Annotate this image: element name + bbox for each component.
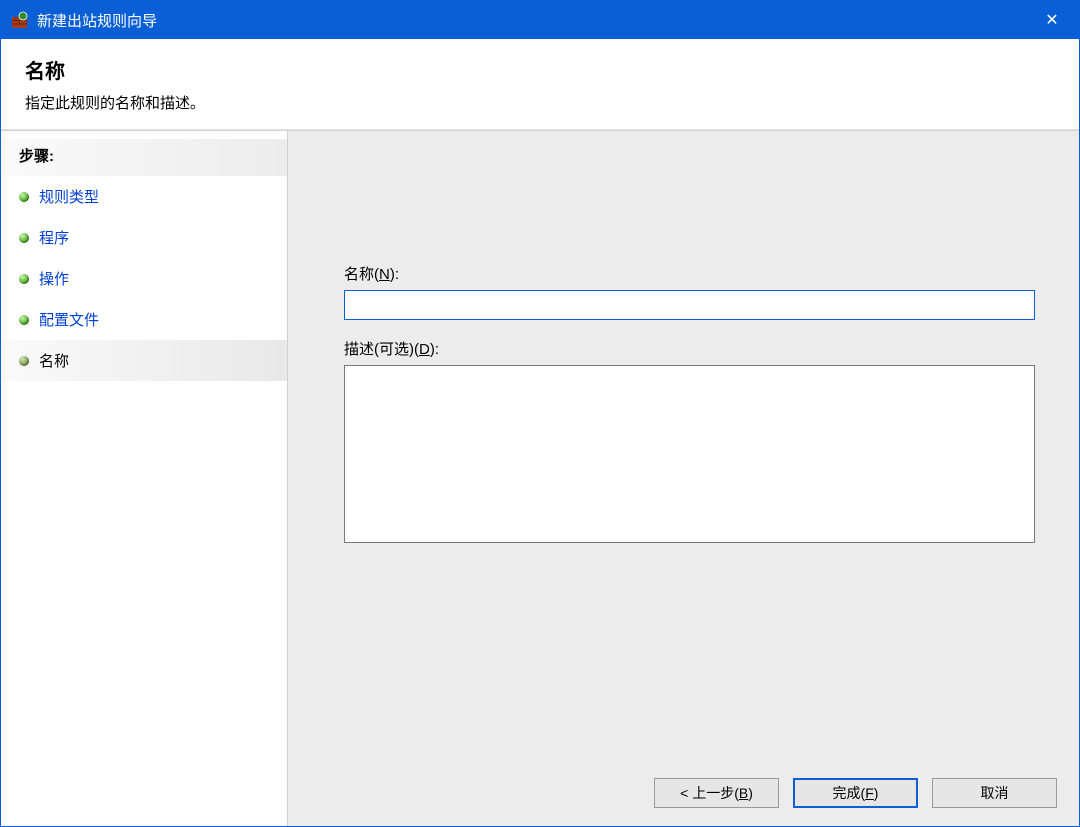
description-textarea[interactable] xyxy=(344,365,1035,543)
button-row: < 上一步(B) 完成(F) 取消 xyxy=(654,778,1057,808)
close-icon: ✕ xyxy=(1045,10,1058,30)
bullet-icon xyxy=(19,192,29,202)
step-rule-type[interactable]: 规则类型 xyxy=(1,176,287,217)
firewall-icon xyxy=(11,11,29,29)
wizard-window: 新建出站规则向导 ✕ 名称 指定此规则的名称和描述。 步骤: 规则类型 程序 操… xyxy=(0,0,1080,827)
step-name[interactable]: 名称 xyxy=(1,340,287,381)
bullet-icon xyxy=(19,356,29,366)
step-program[interactable]: 程序 xyxy=(1,217,287,258)
window-title: 新建出站规则向导 xyxy=(37,10,1025,31)
step-profile[interactable]: 配置文件 xyxy=(1,299,287,340)
form-area: 名称(N): 描述(可选)(D): xyxy=(344,263,1035,546)
step-action[interactable]: 操作 xyxy=(1,258,287,299)
step-label: 名称 xyxy=(39,350,69,371)
bullet-icon xyxy=(19,315,29,325)
name-label: 名称(N): xyxy=(344,263,1035,284)
page-subtitle: 指定此规则的名称和描述。 xyxy=(25,92,1055,113)
bullet-icon xyxy=(19,274,29,284)
name-input[interactable] xyxy=(344,290,1035,320)
steps-header: 步骤: xyxy=(1,139,287,176)
step-label: 规则类型 xyxy=(39,186,99,207)
bullet-icon xyxy=(19,233,29,243)
finish-button[interactable]: 完成(F) xyxy=(793,778,918,808)
title-bar: 新建出站规则向导 ✕ xyxy=(1,1,1079,39)
content-panel: 名称(N): 描述(可选)(D): < 上一步(B) 完成(F) 取消 xyxy=(287,131,1079,826)
step-label: 操作 xyxy=(39,268,69,289)
cancel-button[interactable]: 取消 xyxy=(932,778,1057,808)
wizard-body: 步骤: 规则类型 程序 操作 配置文件 名称 xyxy=(1,130,1079,826)
back-button[interactable]: < 上一步(B) xyxy=(654,778,779,808)
step-label: 配置文件 xyxy=(39,309,99,330)
close-button[interactable]: ✕ xyxy=(1025,1,1079,39)
description-label: 描述(可选)(D): xyxy=(344,338,1035,359)
step-label: 程序 xyxy=(39,227,69,248)
wizard-header: 名称 指定此规则的名称和描述。 xyxy=(1,39,1079,130)
steps-sidebar: 步骤: 规则类型 程序 操作 配置文件 名称 xyxy=(1,131,287,826)
page-title: 名称 xyxy=(25,55,1055,84)
